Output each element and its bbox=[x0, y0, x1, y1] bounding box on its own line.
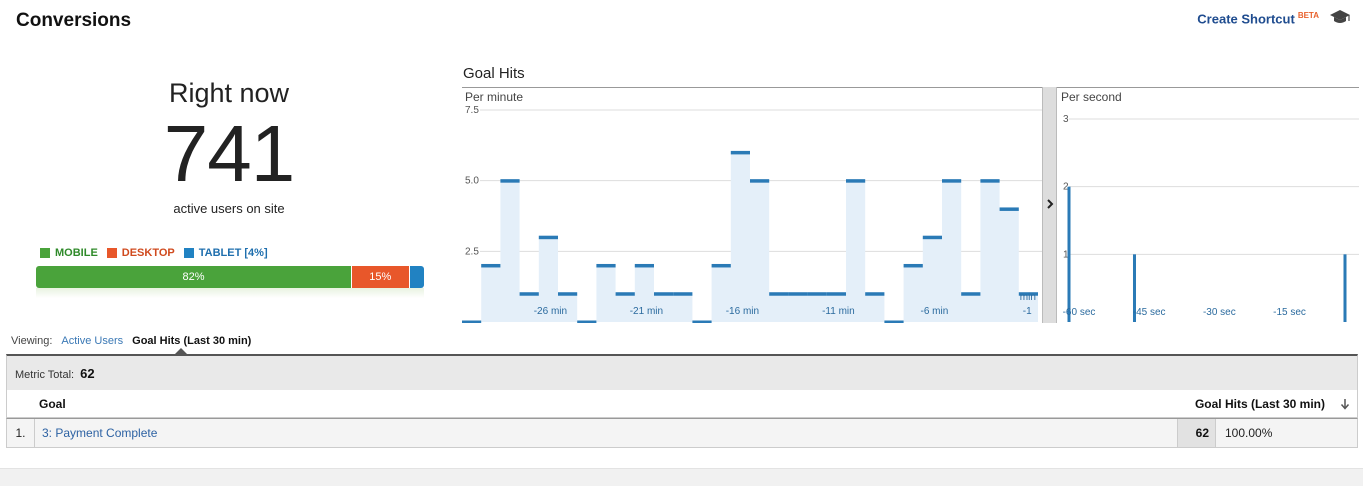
x-tick-label: -15 sec bbox=[1273, 307, 1306, 318]
per-minute-point bbox=[903, 263, 923, 268]
table-row: 1. 3: Payment Complete 62 100.00% bbox=[6, 418, 1358, 448]
legend-label-mobile: MOBILE bbox=[55, 247, 98, 259]
x-tick-label: -26 min bbox=[534, 306, 567, 317]
x-tick-label: -1 bbox=[1023, 306, 1032, 317]
tab-active-users[interactable]: Active Users bbox=[61, 335, 123, 347]
device-legend: MOBILE DESKTOP TABLET [4%] bbox=[40, 247, 268, 259]
x-tick-label: -16 min bbox=[726, 306, 759, 317]
viewing-tabs: Viewing: Active Users Goal Hits (Last 30… bbox=[11, 335, 251, 347]
goal-hits-title: Goal Hits bbox=[463, 65, 525, 82]
per-minute-point bbox=[807, 292, 827, 296]
per-minute-point bbox=[615, 292, 635, 296]
per-minute-point bbox=[846, 179, 866, 183]
per-minute-point bbox=[519, 292, 539, 296]
per-minute-point bbox=[769, 292, 789, 296]
x-tick-label: -11 min bbox=[822, 306, 855, 317]
per-minute-point bbox=[538, 235, 558, 240]
viewing-label: Viewing: bbox=[11, 335, 53, 347]
y-tick-label: 5.0 bbox=[465, 176, 479, 187]
active-users-count: 741 bbox=[163, 109, 295, 198]
goal-hits-percent: 100.00% bbox=[1225, 426, 1273, 440]
per-second-chart: 3 2 1 -60 sec -45 sec -30 sec -15 sec Per seco… bbox=[1057, 87, 1359, 323]
per-second-bar bbox=[1067, 186, 1071, 322]
active-users-caption: active users on site bbox=[173, 201, 285, 216]
per-second-chart-svg: 321-60 sec -45 sec -30 sec -15 sec bbox=[1063, 114, 1359, 322]
metric-total-value: 62 bbox=[80, 366, 95, 381]
beta-badge: BETA bbox=[1297, 11, 1319, 20]
per-minute-point bbox=[577, 320, 597, 323]
per-minute-point bbox=[865, 292, 885, 296]
legend-item-desktop: DESKTOP bbox=[106, 247, 175, 259]
device-share-bar: 82% 15% bbox=[36, 266, 424, 288]
per-minute-point bbox=[961, 292, 981, 296]
per-minute-chart-svg: 7.5 5.0 2.5 -26 min -21 min -16 min -11 min -6 … bbox=[462, 105, 1042, 323]
per-minute-point bbox=[481, 263, 501, 268]
page-title: Conversions bbox=[16, 10, 132, 31]
legend-item-tablet: TABLET [4%] bbox=[183, 247, 268, 259]
bar-segment-desktop: 15% bbox=[351, 266, 409, 288]
per-minute-point bbox=[788, 292, 808, 296]
tab-goal-hits[interactable]: Goal Hits (Last 30 min) bbox=[132, 335, 251, 347]
per-minute-point bbox=[750, 179, 770, 183]
create-shortcut-label: Create Shortcut bbox=[1197, 11, 1295, 27]
row-index: 1. bbox=[7, 419, 35, 447]
per-minute-point bbox=[462, 320, 482, 323]
per-minute-point bbox=[942, 179, 962, 183]
graduation-cap-icon[interactable] bbox=[1329, 8, 1351, 26]
x-tick-label: -60 sec bbox=[1063, 307, 1096, 318]
per-minute-point bbox=[999, 207, 1019, 211]
goal-link-payment-complete[interactable]: 3: Payment Complete bbox=[42, 419, 157, 447]
x-tick-label: -45 sec bbox=[1133, 307, 1166, 318]
per-second-label: Per second bbox=[1059, 90, 1124, 104]
per-minute-point bbox=[922, 235, 942, 240]
per-minute-chart: 7.5 5.0 2.5 -26 min -21 min -16 min -11 min -6 … bbox=[462, 87, 1042, 323]
chart-expand-handle[interactable] bbox=[1042, 87, 1057, 323]
goal-hits-value: 62 bbox=[1177, 419, 1216, 447]
per-minute-label: Per minute bbox=[463, 90, 526, 104]
legend-item-mobile: MOBILE bbox=[40, 247, 98, 259]
per-minute-point bbox=[826, 292, 846, 296]
x-tick-label: -21 min bbox=[630, 306, 663, 317]
per-minute-point bbox=[558, 292, 578, 296]
per-minute-point bbox=[711, 263, 731, 268]
per-second-bar bbox=[1343, 254, 1347, 322]
table-header: Goal Goal Hits (Last 30 min) bbox=[6, 390, 1358, 418]
column-header-goal[interactable]: Goal bbox=[39, 390, 66, 417]
x-tick-label: -6 min bbox=[921, 306, 949, 317]
bar-segment-tablet bbox=[408, 266, 424, 288]
column-header-goal-hits[interactable]: Goal Hits (Last 30 min) bbox=[1195, 390, 1325, 417]
metric-total-label: Metric Total: bbox=[15, 369, 75, 381]
bar-reflection bbox=[36, 288, 424, 298]
sort-down-arrow-icon[interactable] bbox=[1340, 398, 1350, 410]
per-minute-point bbox=[884, 320, 904, 323]
y-tick-label: 7.5 bbox=[465, 105, 479, 116]
metric-total-bar: Metric Total: 62 bbox=[6, 354, 1358, 390]
y-tick-label: 3 bbox=[1063, 114, 1069, 125]
per-minute-point bbox=[980, 179, 1000, 183]
per-minute-point bbox=[673, 292, 693, 296]
legend-label-desktop: DESKTOP bbox=[121, 247, 175, 259]
create-shortcut-link[interactable]: Create Shortcut BETA bbox=[1197, 11, 1319, 26]
footer-strip bbox=[0, 468, 1363, 486]
per-minute-point bbox=[730, 150, 750, 155]
right-now-title: Right now bbox=[168, 78, 290, 108]
per-minute-point bbox=[634, 263, 654, 268]
legend-swatch-desktop bbox=[106, 248, 117, 258]
per-minute-point bbox=[596, 263, 616, 268]
x-tick-label: min bbox=[1020, 292, 1036, 303]
bar-segment-mobile: 82% bbox=[36, 266, 351, 288]
y-tick-label: 2.5 bbox=[465, 246, 479, 257]
legend-label-tablet: TABLET [4%] bbox=[198, 247, 268, 259]
per-minute-point bbox=[692, 320, 712, 323]
legend-swatch-mobile bbox=[40, 248, 50, 258]
per-minute-point bbox=[500, 179, 520, 183]
legend-swatch-tablet bbox=[183, 248, 194, 258]
per-minute-point bbox=[654, 292, 674, 296]
x-tick-label: -30 sec bbox=[1203, 307, 1236, 318]
chevron-right-icon[interactable] bbox=[1045, 198, 1055, 210]
